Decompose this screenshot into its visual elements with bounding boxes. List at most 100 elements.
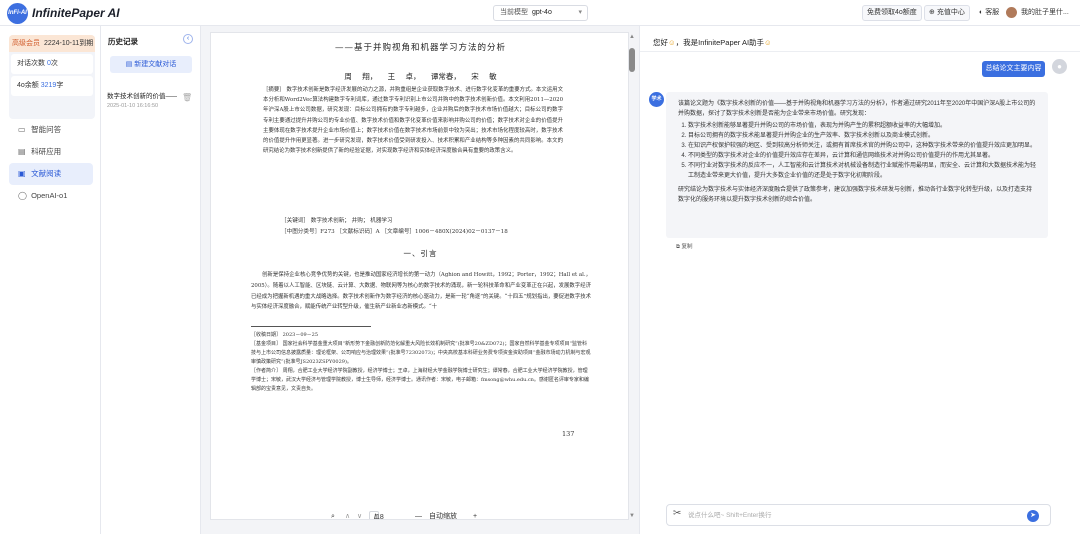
app-logo[interactable]: InFi-AI xyxy=(7,3,28,24)
document-scrollbar[interactable] xyxy=(629,48,635,72)
document-page: ——基于并购视角和机器学习方法的分析 周 翔， 王 卓， 谭常春， 宋 敏 ［摘… xyxy=(210,32,629,520)
zoom-out-icon[interactable]: — xyxy=(415,509,422,519)
chat-greeting: 您好☺，我是InfinitePaper AI助手☺ xyxy=(653,37,772,48)
doc-keywords: ［关键词］ 数字技术创新； 并购； 机器学习 xyxy=(281,218,393,224)
chat-count-row: 对话次数 0次 xyxy=(11,54,93,74)
chat-count-label: 对话次数 xyxy=(17,60,45,67)
doc-footnotes: ［收稿日期］ 2023－09－25 ［基金项目］ 国家社会科学基金重大项目“新形… xyxy=(251,331,591,394)
bot-avatar: 学术 xyxy=(649,92,664,107)
greeting-text: 您好 xyxy=(653,38,668,47)
greeting-rest: ，我是InfinitePaper AI助手 xyxy=(675,38,765,47)
chat-count-unit: 次 xyxy=(50,60,58,67)
member-card: 高级会员 2224-10-11到期 对话次数 0次 4o余额 3219字 xyxy=(9,35,95,119)
document-icon: ▤ xyxy=(18,147,26,156)
nav-item-label: OpenAI-o1 xyxy=(31,191,68,200)
chat-divider xyxy=(640,51,1080,52)
footnote-received: ［收稿日期］ 2023－09－25 xyxy=(251,332,319,338)
chevron-left-icon[interactable]: ‹ xyxy=(183,34,193,44)
document-viewer: ——基于并购视角和机器学习方法的分析 周 翔， 王 卓， 谭常春， 宋 敏 ［摘… xyxy=(201,26,639,534)
recharge-label: 充值中心 xyxy=(936,9,965,16)
book-icon: ▣ xyxy=(18,169,26,178)
balance-row: 4o余额 3219字 xyxy=(11,76,93,96)
page-down-icon[interactable]: ∨ xyxy=(357,509,362,519)
model-select[interactable]: 当前模型 gpt-4o ▾ xyxy=(493,5,588,21)
nav-item-label: 文献阅读 xyxy=(31,169,62,178)
chat-panel: 您好☺，我是InfinitePaper AI助手☺ 总结论文主要内容 ● 学术 … xyxy=(639,26,1080,534)
chat-input[interactable] xyxy=(688,509,1008,522)
avatar xyxy=(1006,6,1017,18)
doc-authors: 周 翔， 王 卓， 谭常春， 宋 敏 xyxy=(344,72,497,81)
smile-icon: ☺ xyxy=(668,38,676,47)
balance-value: 3219 xyxy=(40,82,57,89)
history-item-time: 2025-01-10 16:16:50 xyxy=(107,103,159,109)
app-brand: InfinitePaper AI xyxy=(32,6,120,20)
new-chat-icon: ▤ xyxy=(125,61,133,68)
zoom-select[interactable]: 自动缩放 xyxy=(429,509,457,519)
service-label: 客服 xyxy=(985,9,1000,16)
list-item: 不同行业对数字技术的反应不一，人工智能和云计算技术对机械设备制造行业赋能作用最明… xyxy=(688,161,1036,181)
trash-icon[interactable]: 🗑 xyxy=(182,93,192,102)
recharge-icon: ⊕ xyxy=(929,9,935,16)
bot-points-list: 数字技术创新能够显著提升并购公司的市场价值，表现为并购产生的累积超额收益率的大幅… xyxy=(688,121,1036,181)
page-total: /18 xyxy=(374,514,384,520)
doc-toolbar: ⌕ ∧ ∨ 1/18 — 自动缩放 + xyxy=(325,509,497,519)
left-nav: 高级会员 2224-10-11到期 对话次数 0次 4o余额 3219字 ▭ 智… xyxy=(0,26,101,534)
user-avatar-icon: ● xyxy=(1052,59,1067,74)
chat-icon: ▭ xyxy=(18,125,26,134)
list-item: 目标公司拥有的数字技术能显著提升并购企业的生产效率、数字技术创新以及商业模式创新… xyxy=(688,131,1036,141)
scroll-down-icon[interactable]: ▼ xyxy=(629,513,635,519)
new-literature-chat-button[interactable]: ▤ 新建文献对话 xyxy=(110,56,192,73)
search-icon[interactable]: ⌕ xyxy=(331,509,335,519)
scroll-up-icon[interactable]: ▲ xyxy=(629,34,635,40)
member-header: 高级会员 2224-10-11到期 xyxy=(9,35,95,52)
nav-item-openai-o1[interactable]: ◯ OpenAI-o1 xyxy=(9,185,93,207)
bot-conclusion: 研究结论为数字技术与实体经济深度融合提供了政策参考，建议加强数字技术研发与创新，… xyxy=(678,187,1033,203)
page-up-icon[interactable]: ∧ xyxy=(345,509,350,519)
nav-item-label: 智能问答 xyxy=(31,125,62,134)
history-panel: 历史记录 ‹ ▤ 新建文献对话 数字技术创新的价值——... 2025-01-1… xyxy=(101,26,201,534)
nav-item-qa[interactable]: ▭ 智能问答 xyxy=(9,119,93,141)
nav-item-label: 科研应用 xyxy=(31,147,62,156)
user-menu[interactable]: 我的肚子里什... xyxy=(1006,5,1069,21)
footnote-author: ［作者简介］ 周翔，合肥工业大学经济学院副教授，经济学博士；王卓，上海财经大学金… xyxy=(251,368,589,392)
doc-abstract: ［摘要］ 数字技术创新是数字经济发展的动力之源，并购重组是企业获取数字技术、进行… xyxy=(263,87,563,155)
member-badge: 高级会员 xyxy=(12,40,40,47)
new-chat-label: 新建文献对话 xyxy=(134,61,177,68)
circle-icon: ◯ xyxy=(18,191,27,200)
history-item-name: 数字技术创新的价值——... xyxy=(107,93,177,100)
member-expiry: 2224-10-11到期 xyxy=(43,40,94,47)
service-link[interactable]: ◐ 客服 xyxy=(979,5,999,21)
headset-icon: ◐ xyxy=(979,9,984,16)
list-item: 在知识产权保护较强的地区、受到较高分析师关注，或拥有首席技术官的并购公司中，这种… xyxy=(688,141,1036,151)
doc-classification: ［中图分类号］F273 ［文献标识码］A ［文章编号］1006－480X(202… xyxy=(281,229,508,235)
zoom-in-icon[interactable]: + xyxy=(473,509,477,519)
copy-icon: ⧉ xyxy=(676,244,680,250)
nav-item-literature[interactable]: ▣ 文献阅读 xyxy=(9,163,93,185)
list-item: 不同类型的数字技术对企业的价值提升效应存在差异，云计算和通信网络技术对并购公司价… xyxy=(688,151,1036,161)
model-label: 当前模型 xyxy=(500,9,528,16)
history-item[interactable]: 数字技术创新的价值——... 2025-01-10 16:16:50 🗑 xyxy=(107,90,197,109)
chevron-down-icon: ▾ xyxy=(578,9,582,16)
page-number-input[interactable]: 1/18 xyxy=(369,511,384,519)
list-item: 数字技术创新能够显著提升并购公司的市场价值，表现为并购产生的累积超额收益率的大幅… xyxy=(688,121,1036,131)
bot-intro: 该篇论文题为《数字技术创新的价值——基于并购视角和机器学习方法的分析》，作者通过… xyxy=(678,101,1036,117)
recharge-button[interactable]: ⊕ 充值中心 xyxy=(924,5,970,21)
copy-label: 复制 xyxy=(681,244,693,250)
balance-unit: 字 xyxy=(56,82,64,89)
footnote-divider xyxy=(251,326,371,327)
footnote-fund: ［基金项目］ 国家社会科学基金重大项目“新形势下金融创新防范化解重大风险长效机制… xyxy=(251,341,591,365)
copy-button[interactable]: ⧉ 复制 xyxy=(676,242,692,251)
doc-section-heading: 一、引言 xyxy=(403,249,438,258)
scissors-icon[interactable]: ✂ xyxy=(673,508,681,519)
balance-label: 4o余额 xyxy=(17,82,39,89)
chat-input-box: ✂ ➤ xyxy=(666,504,1051,526)
user-name: 我的肚子里什... xyxy=(1020,9,1069,16)
model-value: gpt-4o xyxy=(532,9,552,16)
send-icon: ➤ xyxy=(1030,512,1036,519)
doc-body: 创新是保持企业核心竞争优势的关键，也是推动国家经济增长的第一动力（Aghion … xyxy=(251,272,591,311)
nav-item-research[interactable]: ▤ 科研应用 xyxy=(9,141,93,163)
bot-message: 该篇论文题为《数字技术创新的价值——基于并购视角和机器学习方法的分析》，作者通过… xyxy=(666,92,1048,238)
doc-subtitle: ——基于并购视角和机器学习方法的分析 xyxy=(334,43,506,53)
free-quota-button[interactable]: 免费领取4o额度 xyxy=(862,5,922,21)
send-button[interactable]: ➤ xyxy=(1027,510,1039,522)
